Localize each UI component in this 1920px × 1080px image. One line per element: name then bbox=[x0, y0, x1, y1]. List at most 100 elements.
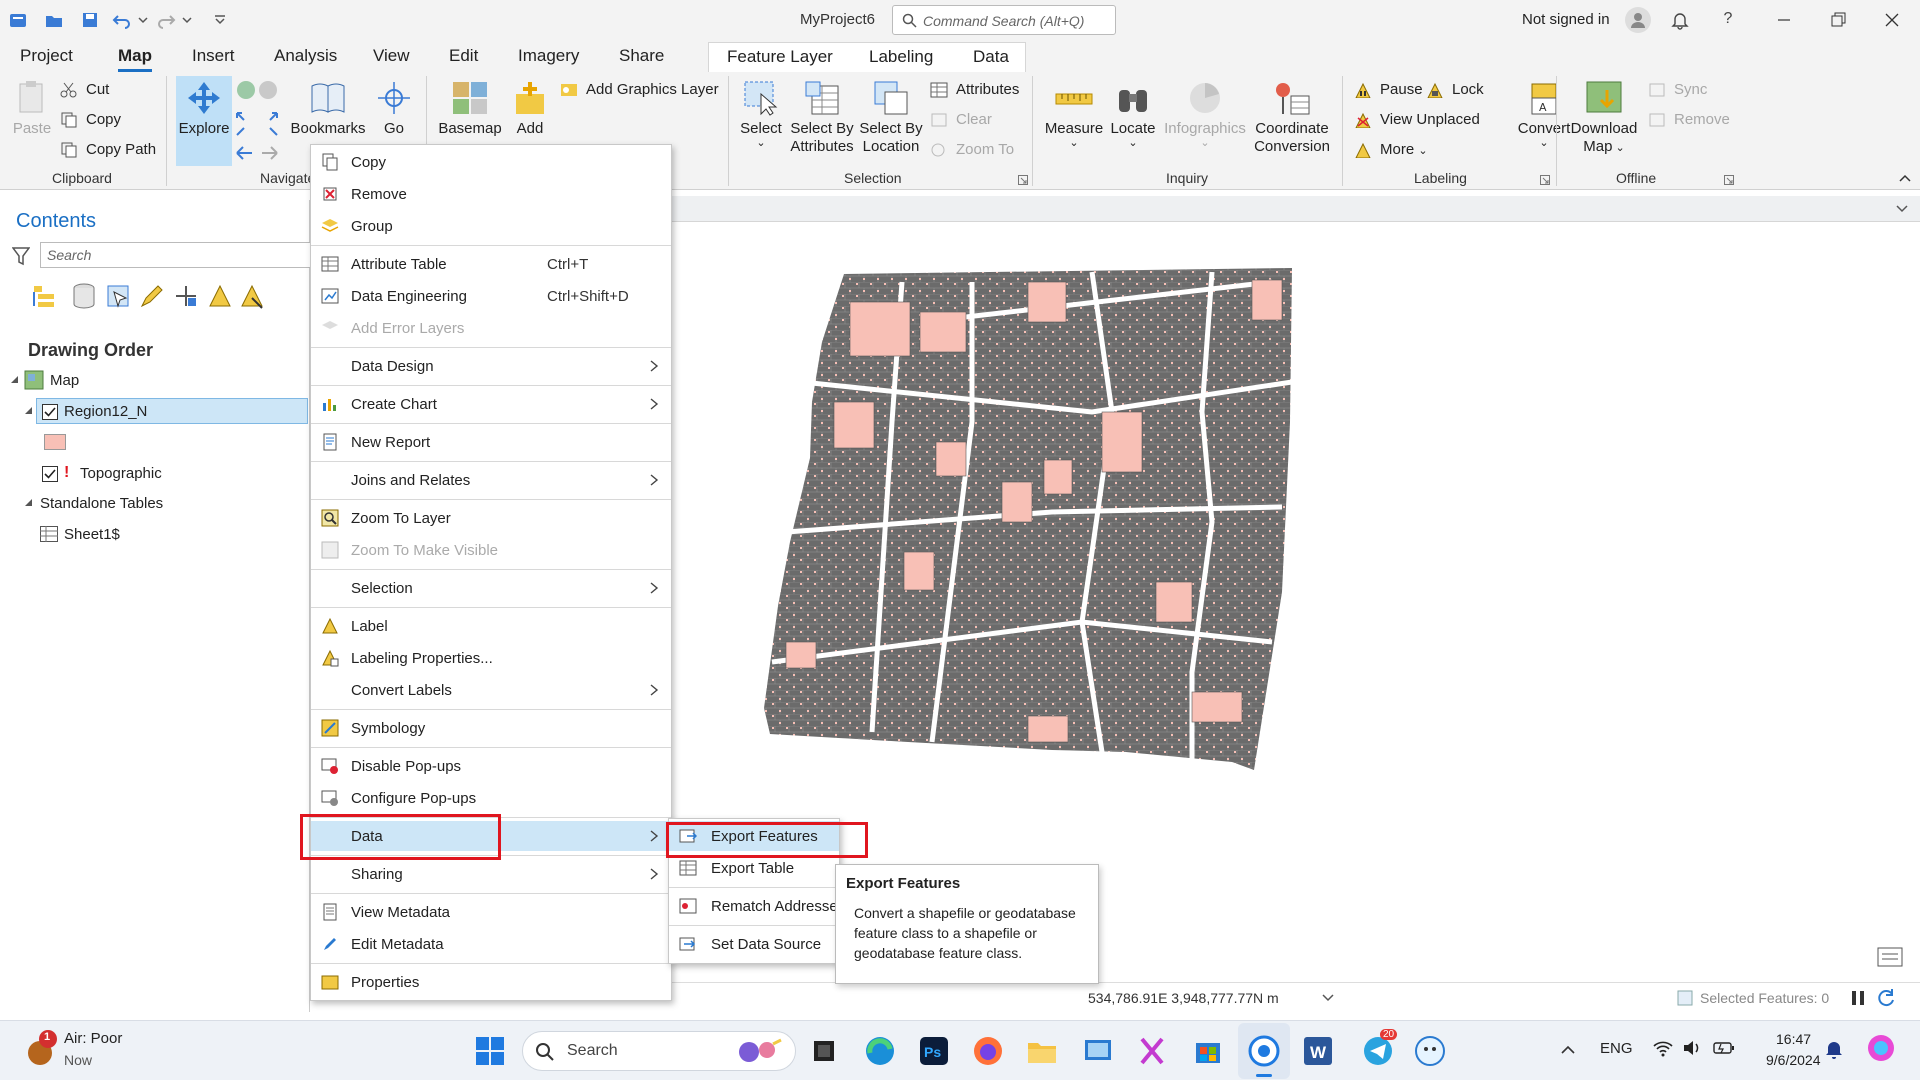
vpn-app-icon[interactable] bbox=[1414, 1035, 1446, 1067]
tab-data[interactable]: Data bbox=[973, 47, 1009, 67]
menu-item-remove[interactable]: Remove bbox=[311, 179, 671, 209]
tab-analysis[interactable]: Analysis bbox=[274, 46, 337, 66]
more-labeling-button[interactable]: More ⌄ bbox=[1354, 139, 1428, 161]
list-by-source-icon[interactable] bbox=[70, 282, 98, 310]
undo-dropdown-icon[interactable] bbox=[138, 10, 148, 30]
tab-insert[interactable]: Insert bbox=[192, 46, 235, 66]
layer-expand-icon[interactable] bbox=[24, 406, 34, 416]
menu-item-rematch-addresses[interactable]: Rematch Addresses bbox=[669, 891, 845, 921]
topographic-visibility-checkbox[interactable] bbox=[42, 466, 58, 482]
remove-offline-button[interactable]: Remove bbox=[1648, 109, 1730, 131]
menu-item-edit-metadata[interactable]: Edit Metadata bbox=[311, 929, 671, 959]
list-by-perspective-icon[interactable] bbox=[238, 282, 266, 310]
tab-feature-layer[interactable]: Feature Layer bbox=[727, 47, 833, 67]
menu-item-group[interactable]: Group bbox=[311, 211, 671, 241]
list-by-snapping-icon[interactable] bbox=[172, 282, 200, 310]
lock-labels-button[interactable]: Lock bbox=[1426, 79, 1484, 101]
tab-share[interactable]: Share bbox=[619, 46, 664, 66]
clock-date[interactable]: 9/6/2024 bbox=[1766, 1052, 1821, 1068]
clear-selection-button[interactable]: Clear bbox=[930, 109, 992, 131]
windows-start-icon[interactable] bbox=[474, 1035, 506, 1067]
customize-toolbar-icon[interactable] bbox=[210, 10, 230, 30]
view-dropdown-icon[interactable] bbox=[1896, 204, 1908, 214]
list-by-drawing-order-icon[interactable] bbox=[30, 282, 58, 310]
menu-item-create-chart[interactable]: Create Chart bbox=[311, 389, 671, 419]
selection-launcher-icon[interactable] bbox=[1018, 175, 1028, 185]
paste-button[interactable]: Paste bbox=[10, 80, 54, 138]
task-view-icon[interactable] bbox=[808, 1035, 840, 1067]
microsoft-store-icon[interactable] bbox=[1192, 1035, 1224, 1067]
measure-button[interactable]: Measure ⌄ bbox=[1042, 80, 1106, 149]
tab-edit[interactable]: Edit bbox=[449, 46, 478, 66]
show-hidden-icons-icon[interactable] bbox=[1560, 1043, 1576, 1057]
open-project-icon[interactable] bbox=[44, 10, 64, 30]
menu-item-zoom-to-layer[interactable]: Zoom To Layer bbox=[311, 503, 671, 533]
copy-button[interactable]: Copy bbox=[60, 109, 121, 131]
layer-symbol-swatch[interactable] bbox=[44, 434, 66, 450]
menu-item-data-engineering[interactable]: Data Engineering Ctrl+Shift+D bbox=[311, 281, 671, 311]
menu-item-add-error-layers[interactable]: Add Error Layers bbox=[311, 313, 671, 343]
pause-labeling-button[interactable]: Pause bbox=[1354, 79, 1423, 101]
add-data-button[interactable]: Add bbox=[512, 80, 548, 138]
zoom-to-selection-button[interactable]: Zoom To bbox=[930, 139, 1014, 161]
wifi-icon[interactable] bbox=[1652, 1039, 1674, 1057]
cut-button[interactable]: Cut bbox=[60, 79, 109, 101]
view-unplaced-button[interactable]: View Unplaced bbox=[1354, 109, 1480, 131]
weather-widget-icon[interactable]: 1 bbox=[26, 1029, 58, 1069]
labeling-launcher-icon[interactable] bbox=[1540, 175, 1550, 185]
clock-time[interactable]: 16:47 bbox=[1776, 1031, 1811, 1047]
layer-topographic[interactable]: Topographic bbox=[80, 465, 162, 482]
menu-item-properties[interactable]: Properties bbox=[311, 967, 671, 997]
menu-item-joins-relates[interactable]: Joins and Relates bbox=[311, 465, 671, 495]
menu-item-convert-labels[interactable]: Convert Labels bbox=[311, 675, 671, 705]
arcgis-logo-icon[interactable] bbox=[8, 10, 28, 30]
menu-item-selection[interactable]: Selection bbox=[311, 573, 671, 603]
notifications-icon[interactable] bbox=[1670, 10, 1690, 30]
table-sheet1[interactable]: Sheet1$ bbox=[64, 526, 120, 543]
firefox-icon[interactable] bbox=[972, 1035, 1004, 1067]
select-by-location-button[interactable]: Select By Location bbox=[858, 80, 924, 156]
layer-region12-n[interactable]: Region12_N bbox=[64, 403, 147, 420]
arcgis-pro-taskbar-active[interactable] bbox=[1238, 1023, 1290, 1079]
basemap-button[interactable]: Basemap bbox=[436, 80, 504, 138]
map-node[interactable]: Map bbox=[50, 372, 79, 389]
layer-visibility-checkbox[interactable] bbox=[42, 404, 58, 420]
collapse-ribbon-icon[interactable] bbox=[1898, 172, 1912, 184]
explore-button[interactable]: Explore bbox=[176, 76, 232, 166]
download-map-button[interactable]: Download Map ⌄ bbox=[1566, 80, 1642, 157]
signin-status[interactable]: Not signed in bbox=[1522, 11, 1610, 28]
contents-search-input[interactable]: Search bbox=[40, 242, 320, 268]
tab-view[interactable]: View bbox=[373, 46, 410, 66]
select-by-attributes-button[interactable]: Select By Attributes bbox=[790, 80, 854, 156]
tab-map[interactable]: Map bbox=[118, 46, 152, 72]
menu-item-configure-popups[interactable]: Configure Pop-ups bbox=[311, 783, 671, 813]
menu-item-view-metadata[interactable]: View Metadata bbox=[311, 897, 671, 927]
file-explorer-icon[interactable] bbox=[1026, 1035, 1058, 1067]
control-panel-icon[interactable] bbox=[1082, 1035, 1114, 1067]
attribution-icon[interactable] bbox=[1876, 946, 1904, 968]
bookmarks-button[interactable]: Bookmarks bbox=[290, 80, 366, 138]
copilot-icon[interactable] bbox=[1866, 1033, 1896, 1063]
add-graphics-layer-button[interactable]: Add Graphics Layer bbox=[560, 79, 719, 101]
pause-drawing-icon[interactable] bbox=[1850, 989, 1866, 1007]
sync-button[interactable]: Sync bbox=[1648, 79, 1707, 101]
tab-project[interactable]: Project bbox=[20, 46, 73, 66]
menu-item-sharing[interactable]: Sharing bbox=[311, 859, 671, 889]
tab-imagery[interactable]: Imagery bbox=[518, 46, 579, 66]
notification-bell-icon[interactable] bbox=[1824, 1039, 1844, 1061]
battery-icon[interactable] bbox=[1712, 1039, 1736, 1057]
redo-icon[interactable] bbox=[156, 10, 176, 30]
coordinate-format-dropdown-icon[interactable] bbox=[1322, 993, 1334, 1003]
save-icon[interactable] bbox=[80, 10, 100, 30]
menu-item-symbology[interactable]: Symbology bbox=[311, 713, 671, 743]
fixed-zoom-icons[interactable] bbox=[234, 110, 280, 138]
redo-dropdown-icon[interactable] bbox=[182, 10, 192, 30]
menu-item-copy[interactable]: Copy bbox=[311, 147, 671, 177]
offline-launcher-icon[interactable] bbox=[1724, 175, 1734, 185]
select-button[interactable]: Select ⌄ bbox=[738, 80, 784, 149]
filter-icon[interactable] bbox=[12, 246, 30, 266]
infographics-button[interactable]: Infographics ⌄ bbox=[1160, 80, 1250, 149]
coordinate-conversion-button[interactable]: Coordinate Conversion bbox=[1252, 80, 1332, 156]
input-language[interactable]: ENG bbox=[1600, 1040, 1633, 1057]
help-icon[interactable]: ? bbox=[1718, 10, 1738, 30]
